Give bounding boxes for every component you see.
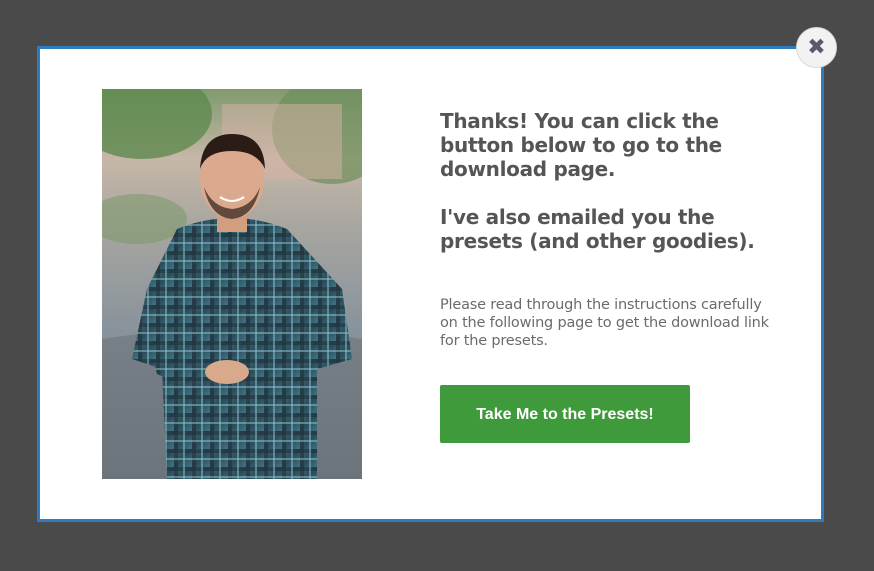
modal-content: Thanks! You can click the button below t… bbox=[440, 109, 770, 443]
author-photo bbox=[102, 89, 362, 479]
modal-overlay[interactable]: Thanks! You can click the button below t… bbox=[0, 0, 874, 571]
take-me-to-presets-button[interactable]: Take Me to the Presets! bbox=[440, 385, 690, 443]
thanks-headline: Thanks! You can click the button below t… bbox=[440, 109, 722, 181]
emailed-headline: I've also emailed you the presets (and o… bbox=[440, 205, 755, 253]
instructions-text: Please read through the instructions car… bbox=[440, 297, 769, 349]
download-modal: Thanks! You can click the button below t… bbox=[37, 46, 824, 522]
close-button[interactable]: ✖ bbox=[796, 27, 837, 68]
close-icon: ✖ bbox=[807, 34, 826, 60]
